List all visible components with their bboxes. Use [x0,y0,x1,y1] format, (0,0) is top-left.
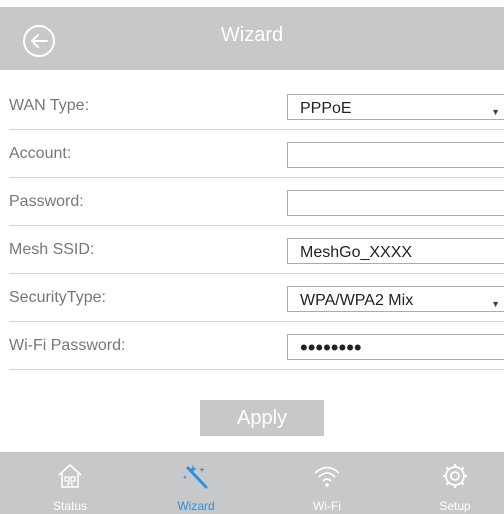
account-input[interactable] [287,142,504,168]
security-type-row: SecurityType: WPA/WPA2 Mix ▼ [9,276,504,322]
wizard-form: WAN Type: PPPoE ▼ Account: Password: Mes… [0,84,504,372]
wan-type-label: WAN Type: [9,97,90,114]
gear-icon [443,464,467,488]
wifi-password-label: Wi-Fi Password: [9,337,126,354]
security-type-value: WPA/WPA2 Mix [300,292,414,309]
house-icon [58,463,82,488]
nav-status-label: Status [52,499,88,513]
wan-type-value: PPPoE [300,100,352,117]
dropdown-arrow-icon: ▼ [491,107,500,117]
wifi-password-input[interactable]: •••••••• [287,334,504,360]
password-label: Password: [9,193,84,210]
wan-type-row: WAN Type: PPPoE ▼ [9,84,504,130]
apply-button[interactable]: Apply [200,400,324,436]
security-type-select[interactable]: WPA/WPA2 Mix ▼ [287,286,504,312]
nav-wizard[interactable]: Wizard [146,452,246,514]
account-row: Account: [9,132,504,178]
account-label: Account: [9,145,72,162]
nav-wifi[interactable]: Wi-Fi [277,452,377,514]
magic-wand-icon [182,465,208,489]
nav-wizard-label: Wizard [177,499,215,513]
mesh-ssid-label: Mesh SSID: [9,241,95,258]
mesh-ssid-row: Mesh SSID: MeshGo_XXXX [9,228,504,274]
wan-type-select[interactable]: PPPoE ▼ [287,94,504,120]
wifi-password-row: Wi-Fi Password: •••••••• [9,324,504,370]
bottom-nav: Status Wizard Wi-Fi Setup [0,452,504,514]
page-title: Wizard [220,24,284,46]
dropdown-arrow-icon: ▼ [491,299,500,309]
nav-setup-label: Setup [439,499,471,513]
wifi-icon [314,466,340,487]
mesh-ssid-input[interactable]: MeshGo_XXXX [287,238,504,264]
password-row: Password: [9,180,504,226]
security-type-label: SecurityType: [9,289,106,306]
nav-setup[interactable]: Setup [405,452,504,514]
nav-status[interactable]: Status [20,452,120,514]
password-input[interactable] [287,190,504,216]
nav-wifi-label: Wi-Fi [313,499,341,513]
